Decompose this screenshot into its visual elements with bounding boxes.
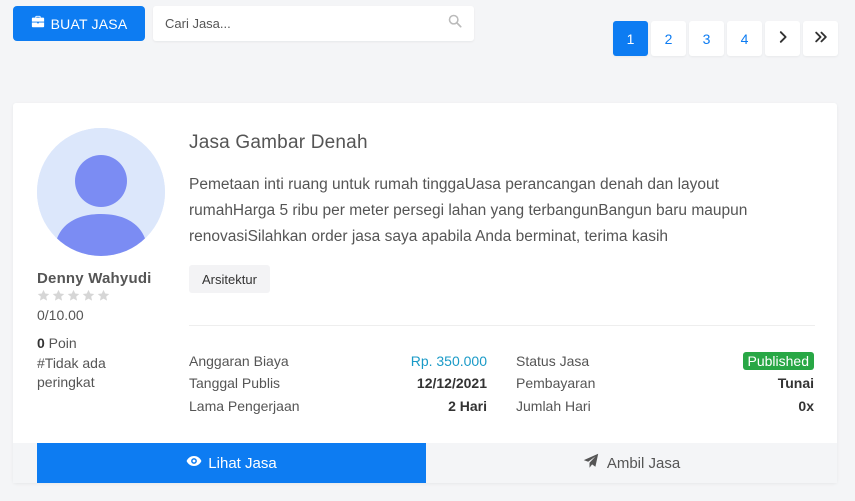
detail-row-status: Status Jasa Published bbox=[516, 351, 814, 371]
detail-label: Jumlah Hari bbox=[516, 398, 591, 414]
paper-plane-icon bbox=[583, 453, 599, 473]
briefcase-icon bbox=[31, 15, 45, 32]
view-service-button[interactable]: Lihat Jasa bbox=[37, 443, 426, 483]
user-rank: #Tidak ada peringkat bbox=[37, 355, 106, 390]
page-3-button[interactable]: 3 bbox=[689, 21, 724, 56]
star-icon bbox=[37, 289, 50, 301]
user-avatar-icon bbox=[37, 128, 165, 256]
service-description: Pemetaan inti ruang untuk rumah tinggaUa… bbox=[189, 176, 748, 245]
card-footer: Lihat Jasa Ambil Jasa bbox=[13, 443, 837, 483]
detail-label: Anggaran Biaya bbox=[189, 353, 289, 369]
take-service-label: Ambil Jasa bbox=[606, 454, 681, 472]
toolbar: BUAT JASA 1 2 3 4 bbox=[13, 6, 838, 56]
eye-icon bbox=[186, 453, 202, 473]
next-page-button[interactable] bbox=[765, 21, 800, 56]
page-1-button[interactable]: 1 bbox=[613, 21, 648, 56]
last-page-button[interactable] bbox=[803, 21, 838, 56]
rating-score: 0/10.00 bbox=[37, 307, 84, 323]
detail-row-publish-date: Tanggal Publis 12/12/2021 bbox=[189, 373, 487, 393]
last-page-icon bbox=[814, 30, 828, 47]
service-title: Jasa Gambar Denah bbox=[189, 132, 368, 153]
create-service-label: BUAT JASA bbox=[50, 15, 128, 32]
page-4-button[interactable]: 4 bbox=[727, 21, 762, 56]
detail-value: Rp. 350.000 bbox=[410, 353, 487, 369]
detail-value: 0x bbox=[798, 398, 814, 414]
view-service-label: Lihat Jasa bbox=[208, 454, 277, 472]
detail-row-duration: Lama Pengerjaan 2 Hari bbox=[189, 396, 487, 416]
search-input[interactable] bbox=[165, 16, 448, 31]
star-icon bbox=[97, 289, 110, 301]
detail-label: Lama Pengerjaan bbox=[189, 398, 300, 414]
detail-value: Tunai bbox=[777, 375, 814, 391]
user-name[interactable]: Denny Wahyudi bbox=[37, 270, 152, 287]
status-badge: Published bbox=[742, 352, 814, 370]
category-tag: Arsitektur bbox=[189, 265, 270, 293]
rating-stars bbox=[37, 289, 110, 302]
detail-row-days: Jumlah Hari 0x bbox=[516, 396, 814, 416]
star-icon bbox=[67, 289, 80, 301]
points-value: 0 bbox=[37, 335, 45, 351]
detail-value: 2 Hari bbox=[448, 398, 487, 414]
detail-value: 12/12/2021 bbox=[416, 375, 487, 391]
user-points: 0 Poin bbox=[37, 335, 77, 351]
detail-label: Tanggal Publis bbox=[189, 375, 281, 391]
pagination: 1 2 3 4 bbox=[613, 21, 838, 56]
avatar bbox=[37, 128, 165, 256]
search-icon[interactable] bbox=[448, 14, 462, 33]
points-label: Poin bbox=[44, 335, 77, 351]
service-card: Denny Wahyudi 0/10.00 0 Poin #Tidak ada … bbox=[13, 103, 837, 483]
take-service-button[interactable]: Ambil Jasa bbox=[426, 443, 837, 483]
create-service-button[interactable]: BUAT JASA bbox=[13, 6, 145, 41]
detail-row-payment: Pembayaran Tunai bbox=[516, 373, 814, 393]
detail-row-budget: Anggaran Biaya Rp. 350.000 bbox=[189, 351, 487, 371]
search-box bbox=[153, 6, 474, 41]
divider bbox=[189, 325, 815, 326]
star-icon bbox=[82, 289, 95, 301]
star-icon bbox=[52, 289, 65, 301]
detail-label: Status Jasa bbox=[516, 353, 590, 369]
page-2-button[interactable]: 2 bbox=[651, 21, 686, 56]
next-page-icon bbox=[776, 30, 790, 47]
detail-label: Pembayaran bbox=[516, 375, 596, 391]
